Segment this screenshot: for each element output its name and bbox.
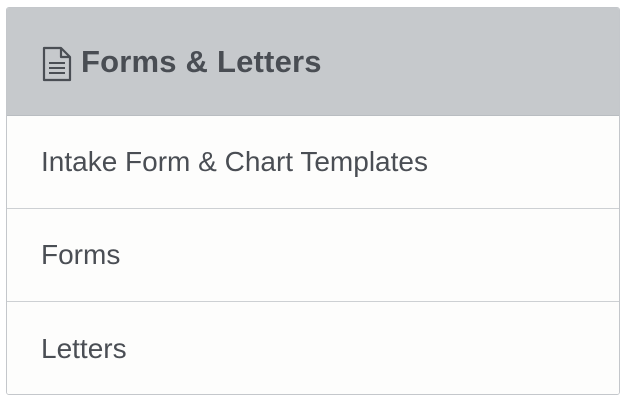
forms-list: Intake Form & Chart Templates Forms Lett… [7,116,619,394]
list-item-letters[interactable]: Letters [7,302,619,394]
panel-header: Forms & Letters [7,8,619,116]
list-item-label: Forms [41,239,121,270]
list-item-label: Letters [41,332,127,364]
panel-title: Forms & Letters [81,43,322,79]
list-item-forms[interactable]: Forms [7,209,619,302]
forms-letters-panel: Forms & Letters Intake Form & Chart Temp… [6,7,620,395]
list-item-label: Intake Form & Chart Templates [41,146,428,177]
list-item-intake-form-chart-templates[interactable]: Intake Form & Chart Templates [7,116,619,209]
document-icon [41,46,73,82]
